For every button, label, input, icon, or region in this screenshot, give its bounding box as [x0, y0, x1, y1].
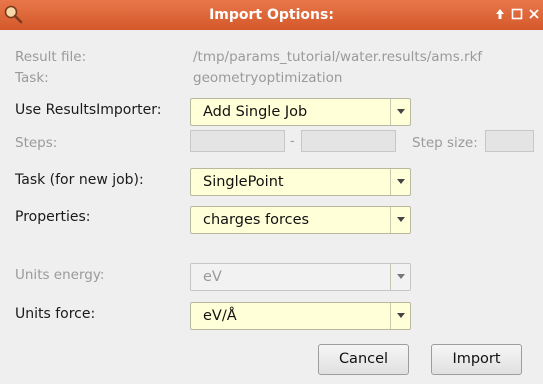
title-bar[interactable]: Import Options:	[0, 0, 543, 30]
maximize-icon[interactable]	[511, 8, 523, 20]
import-options-dialog: Result file: /tmp/params_tutorial/water.…	[0, 30, 543, 384]
result-file-value: /tmp/params_tutorial/water.results/ams.r…	[193, 49, 483, 65]
task-new-dropdown[interactable]: SinglePoint	[190, 168, 411, 196]
close-icon[interactable]	[528, 8, 540, 20]
steps-label: Steps:	[15, 135, 58, 151]
task-value: geometryoptimization	[193, 70, 343, 86]
steps-start-field[interactable]	[190, 130, 285, 152]
step-size-label: Step size:	[412, 135, 478, 151]
result-file-label: Result file:	[15, 49, 87, 65]
units-force-value: eV/Å	[203, 308, 237, 324]
task-label: Task:	[15, 70, 49, 86]
chevron-down-icon[interactable]	[390, 207, 410, 233]
window-title: Import Options:	[209, 7, 334, 23]
chevron-down-icon[interactable]	[390, 264, 410, 290]
chevron-down-icon[interactable]	[390, 303, 410, 329]
units-force-dropdown[interactable]: eV/Å	[190, 302, 411, 330]
properties-label: Properties:	[15, 209, 91, 225]
steps-separator: -	[290, 134, 295, 149]
use-importer-label: Use ResultsImporter:	[15, 102, 162, 118]
use-importer-value: Add Single Job	[203, 104, 308, 120]
step-size-field[interactable]	[485, 130, 534, 152]
task-new-value: SinglePoint	[203, 174, 284, 190]
properties-dropdown[interactable]: charges forces	[190, 206, 411, 234]
import-button[interactable]: Import	[431, 344, 522, 375]
properties-value: charges forces	[203, 212, 310, 228]
task-new-label: Task (for new job):	[15, 172, 144, 188]
units-energy-label: Units energy:	[15, 267, 105, 283]
units-energy-dropdown[interactable]: eV	[190, 263, 411, 291]
units-force-label: Units force:	[15, 306, 96, 322]
use-importer-dropdown[interactable]: Add Single Job	[190, 98, 411, 126]
steps-end-field[interactable]	[301, 130, 396, 152]
pin-icon[interactable]	[494, 8, 506, 20]
units-energy-value: eV	[203, 269, 222, 285]
cancel-button[interactable]: Cancel	[318, 344, 409, 375]
chevron-down-icon[interactable]	[390, 99, 410, 125]
chevron-down-icon[interactable]	[390, 169, 410, 195]
